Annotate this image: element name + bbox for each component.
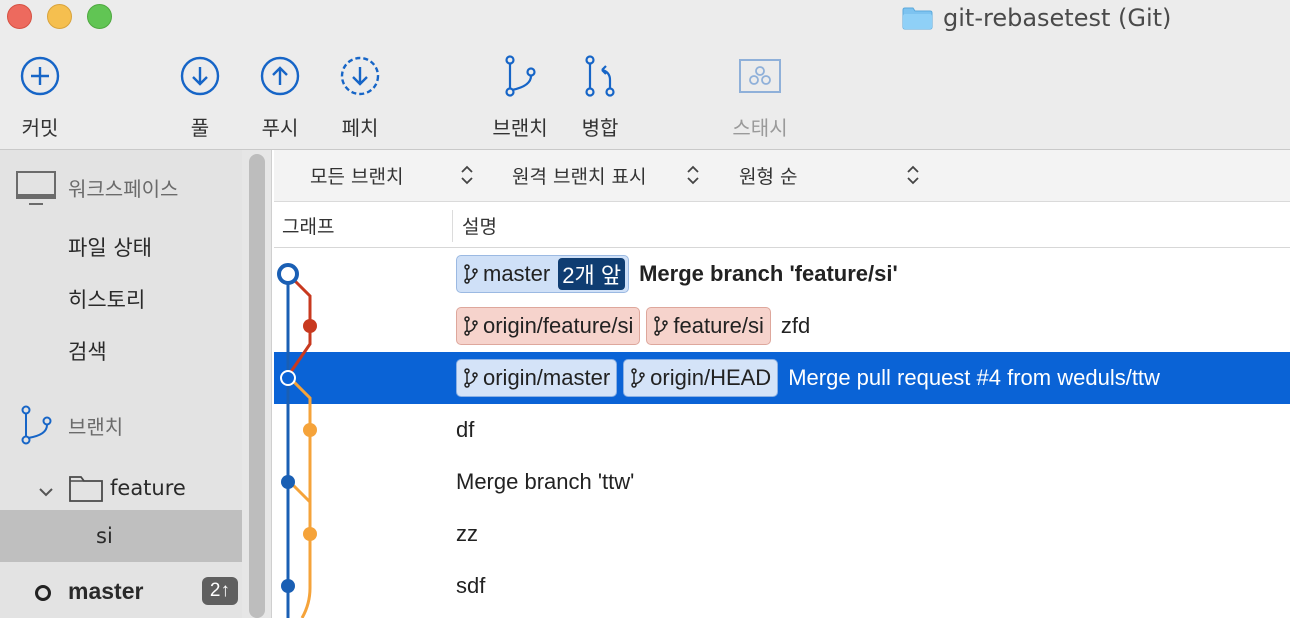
branch-icon bbox=[464, 264, 478, 284]
sidebar-item-branch-master[interactable]: master 2↑ bbox=[0, 568, 242, 614]
close-window-button[interactable] bbox=[7, 4, 32, 29]
commit-message: Merge branch 'ttw' bbox=[456, 469, 635, 494]
graph-node bbox=[303, 319, 317, 333]
branch-tag[interactable]: origin/HEAD bbox=[623, 359, 779, 397]
chevron-down-icon[interactable] bbox=[38, 479, 54, 503]
order-select[interactable]: 원형 순 bbox=[739, 150, 797, 200]
sidebar-item-label: 검색 bbox=[68, 340, 107, 364]
plus-circle-icon bbox=[16, 52, 64, 100]
branch-icon bbox=[464, 316, 478, 336]
commit-message: zz bbox=[456, 521, 478, 546]
graph-node bbox=[303, 527, 317, 541]
updown-chevron-icon[interactable] bbox=[460, 164, 474, 186]
branch-tag-label: origin/feature/si bbox=[483, 313, 634, 338]
current-branch-icon bbox=[34, 583, 52, 607]
window-title-text: git-rebasetest (Git) bbox=[943, 4, 1172, 32]
sidebar-branches-label: 브랜치 bbox=[68, 414, 124, 439]
sidebar-item-label: 파일 상태 bbox=[68, 236, 152, 260]
ahead-count-badge: 2↑ bbox=[201, 577, 238, 605]
folder-icon bbox=[902, 6, 933, 30]
branch-icon bbox=[18, 404, 54, 451]
fetch-label: 페치 bbox=[341, 116, 379, 140]
description-column-header[interactable]: 설명 bbox=[462, 212, 497, 239]
merge-icon bbox=[576, 52, 624, 100]
branch-filter-value: 모든 브랜치 bbox=[310, 165, 404, 188]
push-label: 푸시 bbox=[261, 116, 299, 140]
sidebar-branch-label: master bbox=[68, 577, 144, 604]
commit-message: zfd bbox=[780, 313, 811, 338]
branch-icon bbox=[496, 52, 544, 100]
zoom-window-button[interactable] bbox=[87, 4, 112, 29]
push-button[interactable]: 푸시 bbox=[235, 52, 325, 141]
commit-button[interactable]: 커밋 bbox=[0, 52, 85, 141]
merge-label: 병합 bbox=[581, 116, 619, 140]
sidebar-workspace-label: 워크스페이스 bbox=[68, 176, 179, 201]
remote-filter-value: 원격 브랜치 표시 bbox=[512, 165, 647, 188]
sidebar: 워크스페이스 파일 상태 히스토리 검색 브랜치 feature si mast… bbox=[0, 150, 242, 618]
filter-bar: 모든 브랜치 원격 브랜치 표시 원형 순 bbox=[274, 150, 1290, 202]
commit-label: 커밋 bbox=[21, 116, 59, 140]
graph-node bbox=[281, 579, 295, 593]
branch-tag[interactable]: origin/master bbox=[456, 359, 618, 397]
graph-node-selected bbox=[280, 370, 296, 386]
sidebar-item-label: 히스토리 bbox=[68, 288, 146, 312]
merge-button[interactable]: 병합 bbox=[555, 52, 645, 141]
graph-column-header[interactable]: 그래프 bbox=[282, 212, 334, 239]
sidebar-item-search[interactable]: 검색 bbox=[0, 328, 242, 374]
minimize-window-button[interactable] bbox=[47, 4, 72, 29]
branch-button[interactable]: 브랜치 bbox=[475, 52, 565, 141]
folder-icon bbox=[69, 474, 103, 507]
branch-tag-label: origin/master bbox=[483, 365, 611, 390]
sidebar-folder-label: feature bbox=[110, 476, 186, 500]
sidebar-branches-header[interactable]: 브랜치 bbox=[0, 402, 242, 448]
column-header: 그래프 설명 bbox=[274, 202, 1290, 248]
commit-message: Merge branch 'feature/si' bbox=[639, 261, 898, 286]
order-value: 원형 순 bbox=[739, 165, 798, 188]
commit-message: sdf bbox=[456, 573, 486, 598]
toolbar: git-rebasetest (Git) 커밋 풀 푸시 페치 브랜치 병합 스… bbox=[0, 0, 1290, 150]
branch-tag-label: origin/HEAD bbox=[650, 365, 772, 390]
sidebar-folder-feature[interactable]: feature bbox=[0, 465, 242, 511]
monitor-icon bbox=[15, 170, 57, 211]
updown-chevron-icon[interactable] bbox=[686, 164, 700, 186]
dashed-arrow-down-circle-icon bbox=[336, 52, 384, 100]
pull-label: 풀 bbox=[190, 116, 210, 140]
window-title: git-rebasetest (Git) bbox=[902, 2, 1171, 34]
sidebar-scrollbar-thumb[interactable] bbox=[249, 154, 265, 618]
graph-node bbox=[281, 475, 295, 489]
arrow-down-circle-icon bbox=[176, 52, 224, 100]
pull-button[interactable]: 풀 bbox=[155, 52, 245, 141]
branch-filter-select[interactable]: 모든 브랜치 bbox=[310, 150, 403, 200]
stash-icon bbox=[736, 52, 784, 100]
commit-message: df bbox=[456, 417, 475, 442]
updown-chevron-icon[interactable] bbox=[906, 164, 920, 186]
branch-tag[interactable]: master 2개 앞 bbox=[456, 255, 630, 293]
graph-node-head bbox=[277, 263, 299, 285]
history-view: 모든 브랜치 원격 브랜치 표시 원형 순 그래프 설명 master 2개 앞 bbox=[274, 150, 1290, 618]
column-divider[interactable] bbox=[452, 210, 453, 242]
branch-icon bbox=[631, 368, 645, 388]
branch-icon bbox=[654, 316, 669, 336]
branch-tag-label: feature/si bbox=[673, 313, 764, 338]
ahead-badge: 2개 앞 bbox=[558, 258, 626, 290]
branch-tag-label: master bbox=[483, 261, 551, 286]
stash-label: 스태시 bbox=[732, 116, 788, 140]
branch-tag[interactable]: feature/si bbox=[646, 307, 771, 345]
graph-node bbox=[303, 423, 317, 437]
branch-label: 브랜치 bbox=[492, 116, 548, 140]
arrow-up-circle-icon bbox=[256, 52, 304, 100]
commit-graph bbox=[277, 263, 317, 618]
remote-filter-select[interactable]: 원격 브랜치 표시 bbox=[512, 150, 646, 200]
branch-icon bbox=[464, 368, 478, 388]
branch-tag[interactable]: origin/feature/si bbox=[456, 307, 641, 345]
sidebar-item-history[interactable]: 히스토리 bbox=[0, 276, 242, 322]
sidebar-item-branch-si[interactable]: si bbox=[0, 510, 242, 562]
sidebar-workspace-header[interactable]: 워크스페이스 bbox=[0, 164, 242, 210]
sidebar-branch-label: si bbox=[96, 524, 113, 548]
stash-button[interactable]: 스태시 bbox=[715, 52, 805, 141]
sidebar-item-file-status[interactable]: 파일 상태 bbox=[0, 224, 242, 270]
fetch-button[interactable]: 페치 bbox=[315, 52, 405, 141]
commit-message: Merge pull request #4 from weduls/ttw bbox=[788, 365, 1160, 390]
